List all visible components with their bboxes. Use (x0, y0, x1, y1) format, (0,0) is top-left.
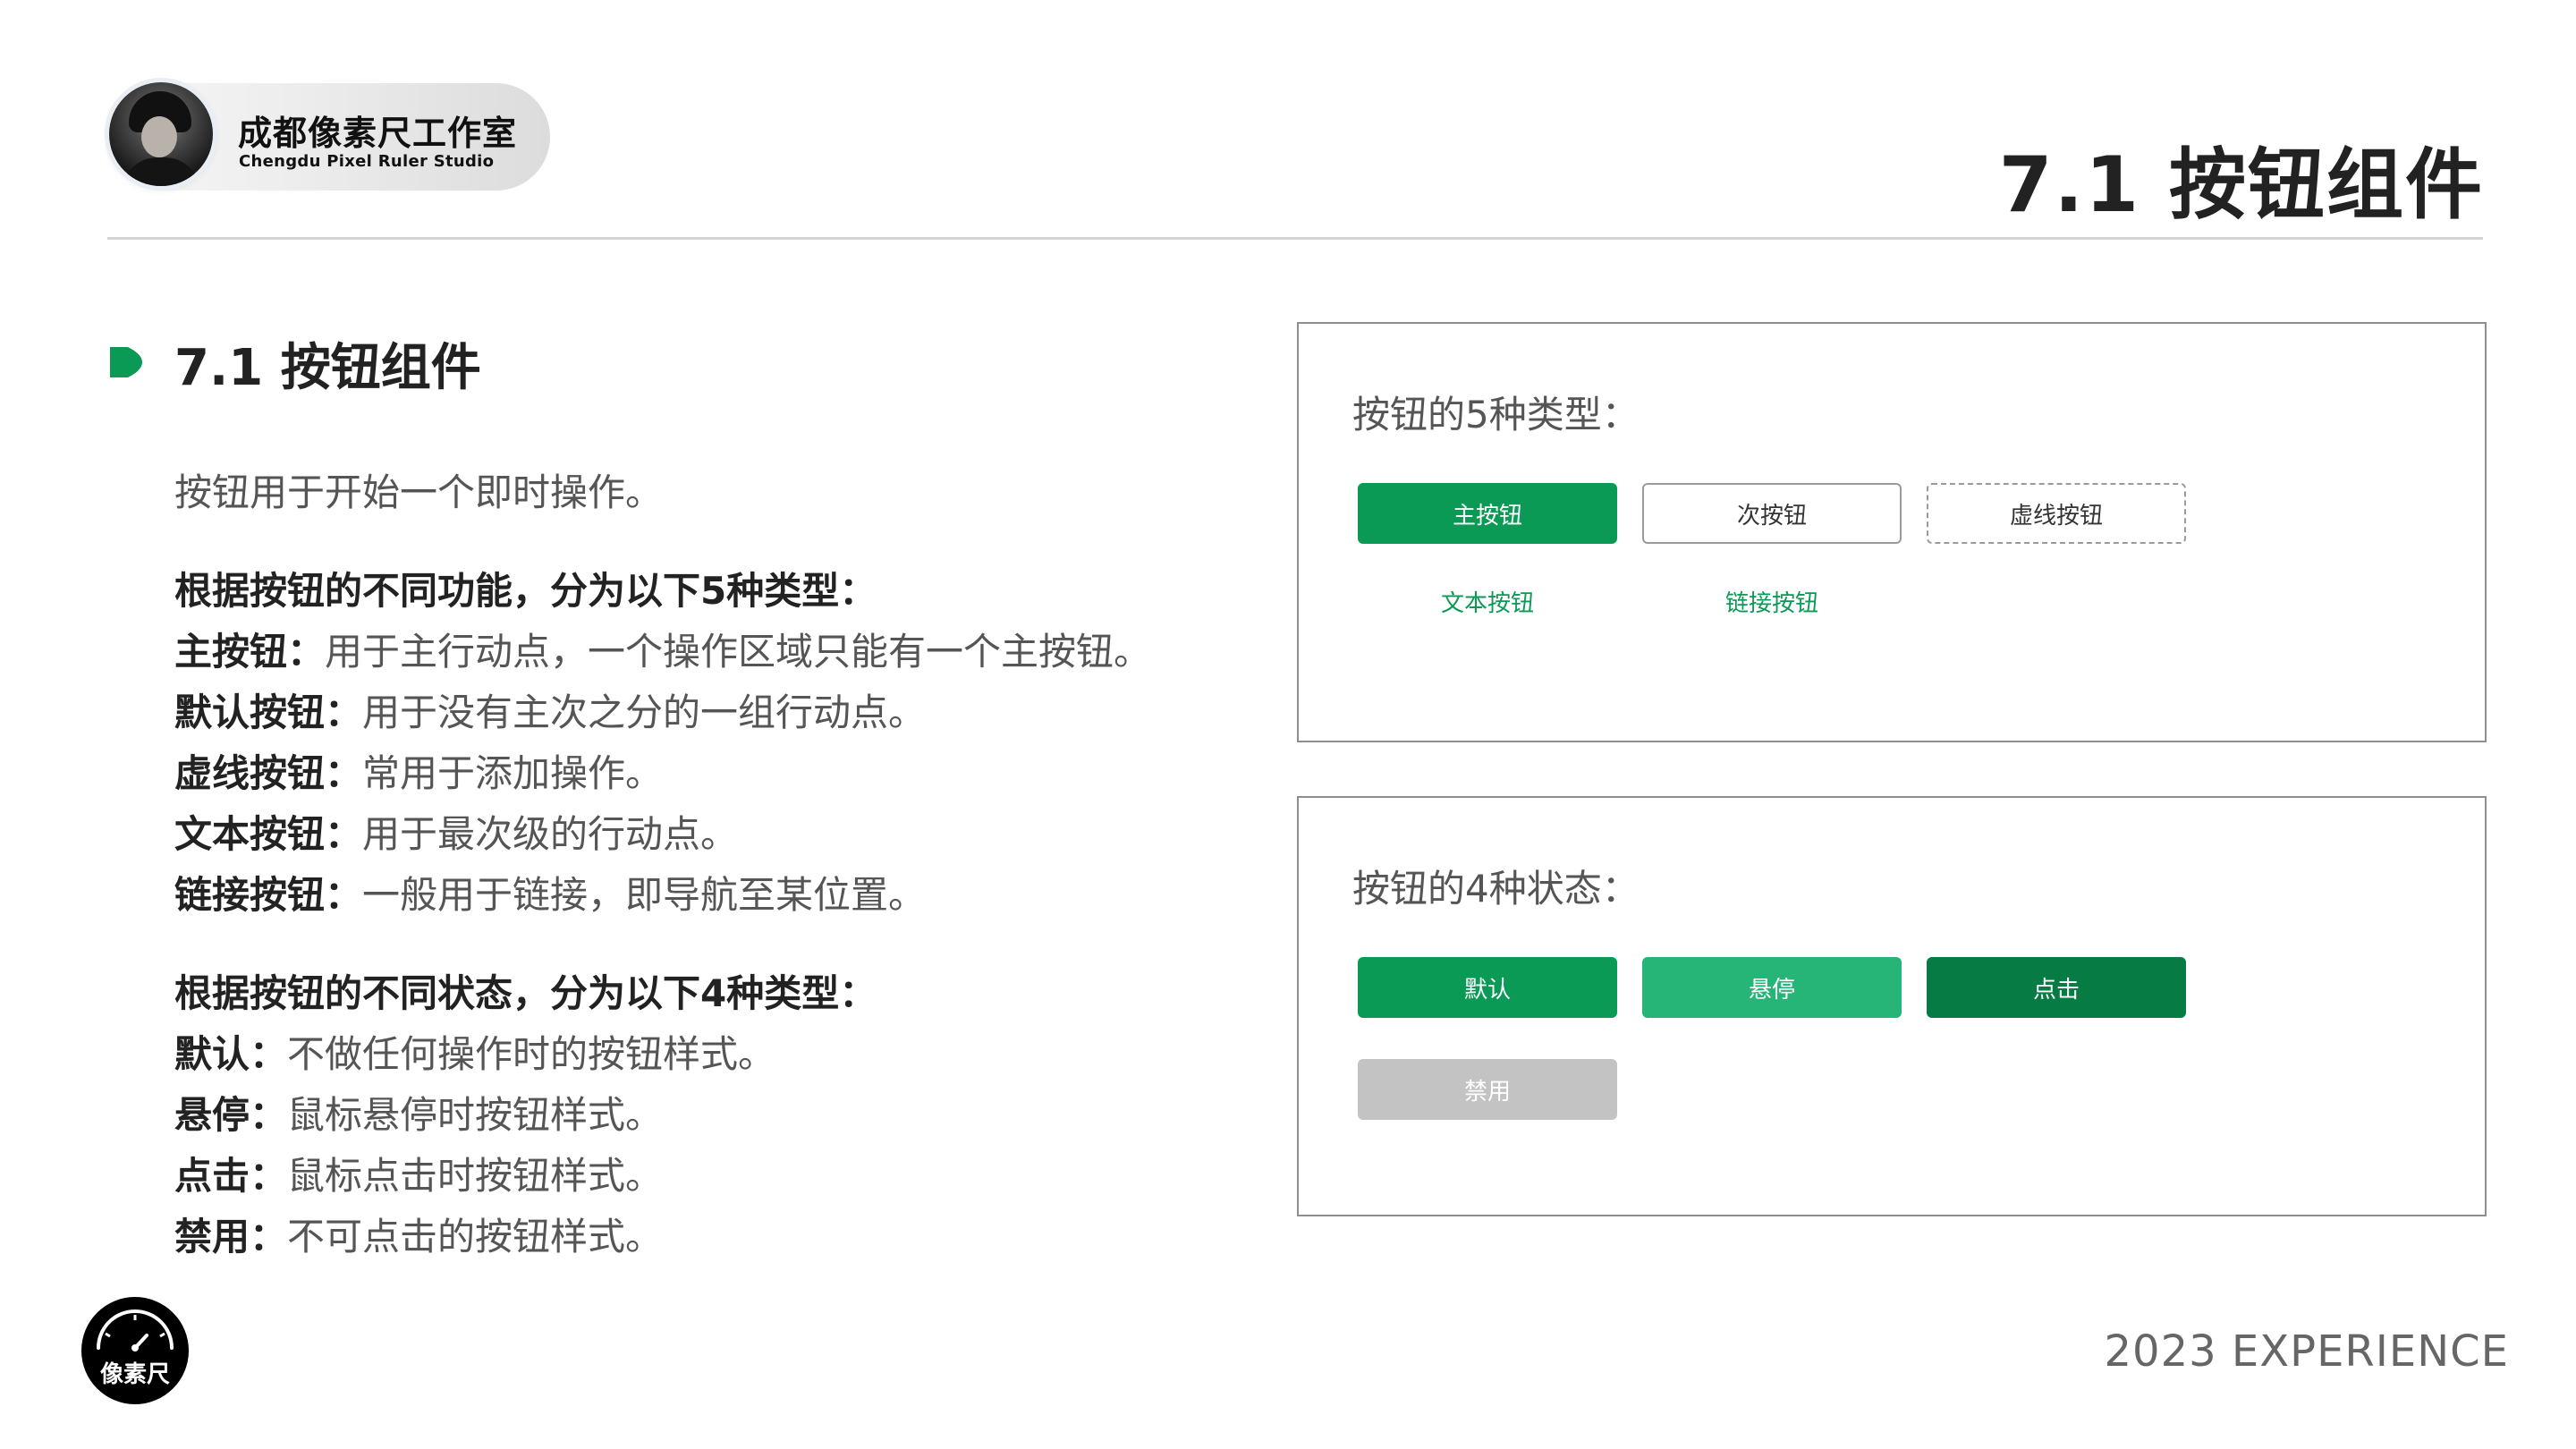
studio-name: 成都像素尺工作室 (238, 114, 518, 153)
intro-text: 按钮用于开始一个即时操作。 (174, 470, 664, 514)
state-item: 禁用：不可点击的按钮样式。 (174, 1218, 663, 1256)
section-title: 7.1 按钮组件 (174, 339, 481, 397)
dashed-button[interactable]: 虚线按钮 (1927, 483, 2186, 544)
state-label: 禁用： (174, 1215, 288, 1258)
type-label: 默认按钮： (174, 691, 363, 734)
types-heading: 根据按钮的不同功能，分为以下5种类型： (174, 569, 877, 613)
studio-english-name: Chengdu Pixel Ruler Studio (239, 152, 495, 171)
button-states-card: 按钮的4种状态： 默认 悬停 点击 禁用 (1297, 796, 2487, 1216)
type-item: 虚线按钮：常用于添加操作。 (174, 755, 663, 792)
type-label: 虚线按钮： (174, 751, 363, 795)
state-label: 点击： (174, 1154, 288, 1198)
type-label: 主按钮： (174, 630, 326, 674)
state-desc: 鼠标悬停时按钮样式。 (287, 1093, 664, 1137)
state-item: 悬停：鼠标悬停时按钮样式。 (174, 1097, 663, 1134)
button-types-card: 按钮的5种类型： 主按钮 次按钮 虚线按钮 文本按钮 链接按钮 (1297, 322, 2487, 742)
page-title: 7.1 按钮组件 (1998, 140, 2484, 230)
state-item: 点击：鼠标点击时按钮样式。 (174, 1157, 663, 1195)
type-item: 默认按钮：用于没有主次之分的一组行动点。 (174, 694, 926, 732)
type-item: 主按钮：用于主行动点，一个操作区域只能有一个主按钮。 (174, 633, 1151, 671)
state-desc: 不做任何操作时的按钮样式。 (287, 1032, 776, 1076)
type-item: 文本按钮：用于最次级的行动点。 (174, 816, 738, 853)
hover-state-button[interactable]: 悬停 (1642, 957, 1902, 1018)
header-divider (107, 237, 2483, 240)
type-label: 链接按钮： (174, 873, 363, 917)
secondary-button[interactable]: 次按钮 (1642, 483, 1902, 544)
pixel-ruler-logo-icon: 像素尺 (81, 1297, 189, 1404)
state-desc: 鼠标点击时按钮样式。 (287, 1154, 664, 1198)
state-label: 悬停： (174, 1093, 288, 1137)
card-title: 按钮的5种类型： (1352, 393, 1640, 436)
type-desc: 一般用于链接，即导航至某位置。 (362, 873, 927, 917)
link-button[interactable]: 链接按钮 (1642, 571, 1902, 631)
card-title: 按钮的4种状态： (1352, 867, 1640, 911)
text-button[interactable]: 文本按钮 (1358, 571, 1617, 631)
type-desc: 用于最次级的行动点。 (362, 812, 739, 856)
avatar (109, 82, 213, 186)
primary-button[interactable]: 主按钮 (1358, 483, 1617, 544)
default-state-button[interactable]: 默认 (1358, 957, 1617, 1018)
type-label: 文本按钮： (174, 812, 363, 856)
disabled-state-button: 禁用 (1358, 1059, 1617, 1120)
state-label: 默认： (174, 1032, 288, 1076)
play-bullet-icon (110, 347, 142, 377)
type-desc: 用于主行动点，一个操作区域只能有一个主按钮。 (325, 630, 1152, 674)
state-desc: 不可点击的按钮样式。 (287, 1215, 664, 1258)
type-desc: 常用于添加操作。 (362, 751, 664, 795)
active-state-button[interactable]: 点击 (1927, 957, 2186, 1018)
states-heading: 根据按钮的不同状态，分为以下4种类型： (174, 971, 877, 1015)
type-item: 链接按钮：一般用于链接，即导航至某位置。 (174, 877, 926, 914)
type-desc: 用于没有主次之分的一组行动点。 (362, 691, 927, 734)
svg-text:像素尺: 像素尺 (100, 1361, 170, 1388)
footer-year-text: 2023 EXPERIENCE (2104, 1326, 2509, 1377)
state-item: 默认：不做任何操作时的按钮样式。 (174, 1036, 775, 1073)
